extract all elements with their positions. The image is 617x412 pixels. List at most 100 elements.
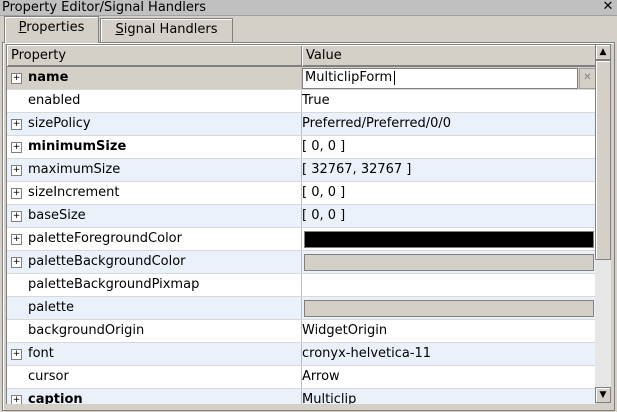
property-name: enabled [28,93,81,108]
property-value-cell[interactable]: Preferred/Preferred/0/0 [302,113,596,135]
scroll-thumb[interactable] [595,60,611,260]
close-icon[interactable]: ✕ [602,0,614,14]
table-row[interactable]: + baseSize [ 0, 0 ] [7,205,596,228]
property-value: [ 0, 0 ] [302,208,346,223]
clear-value-button[interactable]: ✕ [579,68,596,89]
property-value-cell[interactable]: WidgetOrigin [302,320,596,342]
property-name-cell[interactable]: + sizeIncrement [7,182,302,204]
property-value-cell[interactable] [302,274,596,296]
table-row[interactable]: backgroundOrigin WidgetOrigin [7,320,596,343]
property-name: paletteForegroundColor [28,231,182,246]
tab-signal-handlers-mnemonic: S [115,22,124,37]
property-name-cell[interactable]: + paletteForegroundColor [7,228,302,250]
property-name: baseSize [28,208,86,223]
tab-signal-handlers[interactable]: Signal Handlers [100,18,233,42]
expand-icon[interactable]: + [11,395,22,404]
header-value[interactable]: Value [302,45,596,66]
property-value: Arrow [302,369,340,384]
property-value-cell[interactable]: [ 0, 0 ] [302,136,596,158]
property-value-cell[interactable]: cronyx-helvetica-11 [302,343,596,365]
property-name-cell[interactable]: + baseSize [7,205,302,227]
table-row[interactable]: + paletteForegroundColor [7,228,596,251]
property-name-cell[interactable]: + maximumSize [7,159,302,181]
table-row[interactable]: palette [7,297,596,320]
property-name-cell[interactable]: + minimumSize [7,136,302,158]
property-value-cell[interactable]: True [302,90,596,112]
table-row[interactable]: enabled True [7,90,596,113]
property-name-cell[interactable]: cursor [7,366,302,388]
property-name-cell[interactable]: + paletteBackgroundColor [7,251,302,273]
table-row[interactable]: + caption Multiclip [7,389,596,404]
property-name-cell[interactable]: + name [7,67,302,89]
color-swatch[interactable] [304,300,594,317]
window-title: Property Editor/Signal Handlers [2,0,207,15]
property-value: [ 32767, 32767 ] [302,162,412,177]
property-value-cell[interactable] [302,228,596,250]
property-value-cell[interactable] [302,297,596,319]
tab-signal-handlers-label: ignal Handlers [123,22,218,37]
expand-icon[interactable]: + [11,349,22,360]
tab-properties-label: roperties [26,20,85,35]
property-value-cell[interactable]: [ 32767, 32767 ] [302,159,596,181]
table-row[interactable]: + sizePolicy Preferred/Preferred/0/0 [7,113,596,136]
scroll-up-button[interactable]: ▲ [595,44,611,60]
property-value: WidgetOrigin [302,323,388,338]
property-value-cell[interactable]: [ 0, 0 ] [302,205,596,227]
property-value: True [302,93,330,108]
property-name: backgroundOrigin [28,323,145,338]
property-name-cell[interactable]: + font [7,343,302,365]
property-value-cell[interactable]: [ 0, 0 ] [302,182,596,204]
expand-icon[interactable]: + [11,211,22,222]
table-row[interactable]: cursor Arrow [7,366,596,389]
property-value-cell[interactable]: Arrow [302,366,596,388]
table-row[interactable]: + font cronyx-helvetica-11 [7,343,596,366]
property-name: caption [28,392,83,404]
color-swatch[interactable] [304,254,594,271]
table-row[interactable]: + sizeIncrement [ 0, 0 ] [7,182,596,205]
property-value: MulticlipForm [305,70,393,85]
expand-icon[interactable]: + [11,142,22,153]
expand-icon[interactable]: + [11,234,22,245]
property-name: sizePolicy [28,116,91,131]
property-value-cell[interactable]: MulticlipForm ✕ [302,67,596,89]
property-name-cell[interactable]: + sizePolicy [7,113,302,135]
value-edit-field[interactable]: MulticlipForm [302,68,578,89]
table-row[interactable]: + name MulticlipForm ✕ [7,67,596,90]
expand-icon[interactable]: + [11,257,22,268]
expand-icon[interactable]: + [11,119,22,130]
property-name: font [28,346,54,361]
property-name-cell[interactable]: palette [7,297,302,319]
scroll-down-button[interactable]: ▼ [595,387,611,403]
property-name: paletteBackgroundColor [28,254,186,269]
property-name: minimumSize [28,139,127,154]
property-table: Property Value + name MulticlipForm ✕ enable… [6,44,596,404]
property-value: Preferred/Preferred/0/0 [302,116,452,131]
table-row[interactable]: paletteBackgroundPixmap [7,274,596,297]
property-value: [ 0, 0 ] [302,139,346,154]
property-value-cell[interactable] [302,251,596,273]
expand-icon[interactable]: + [11,165,22,176]
property-name-cell[interactable]: enabled [7,90,302,112]
tab-properties[interactable]: Properties [4,16,99,43]
property-name-cell[interactable]: + caption [7,389,302,404]
property-name: palette [28,300,75,315]
table-row[interactable]: + maximumSize [ 32767, 32767 ] [7,159,596,182]
property-name-cell[interactable]: backgroundOrigin [7,320,302,342]
expand-icon[interactable]: + [11,73,22,84]
color-swatch[interactable] [304,231,594,248]
tab-bar: Properties Signal Handlers [2,16,615,43]
table-row[interactable]: + minimumSize [ 0, 0 ] [7,136,596,159]
property-value: Multiclip [302,392,357,404]
expand-icon[interactable]: + [11,188,22,199]
table-header: Property Value [7,45,596,67]
text-caret [394,71,395,85]
header-property[interactable]: Property [7,45,302,66]
table-row[interactable]: + paletteBackgroundColor [7,251,596,274]
table-body: + name MulticlipForm ✕ enabled True + sizePolic… [7,67,596,404]
property-name: maximumSize [28,162,121,177]
property-name-cell[interactable]: paletteBackgroundPixmap [7,274,302,296]
property-value-cell[interactable]: Multiclip [302,389,596,404]
vertical-scrollbar[interactable]: ▲ ▼ [595,44,611,403]
property-name: name [28,70,69,85]
title-bar: Property Editor/Signal Handlers ✕ [0,0,617,16]
